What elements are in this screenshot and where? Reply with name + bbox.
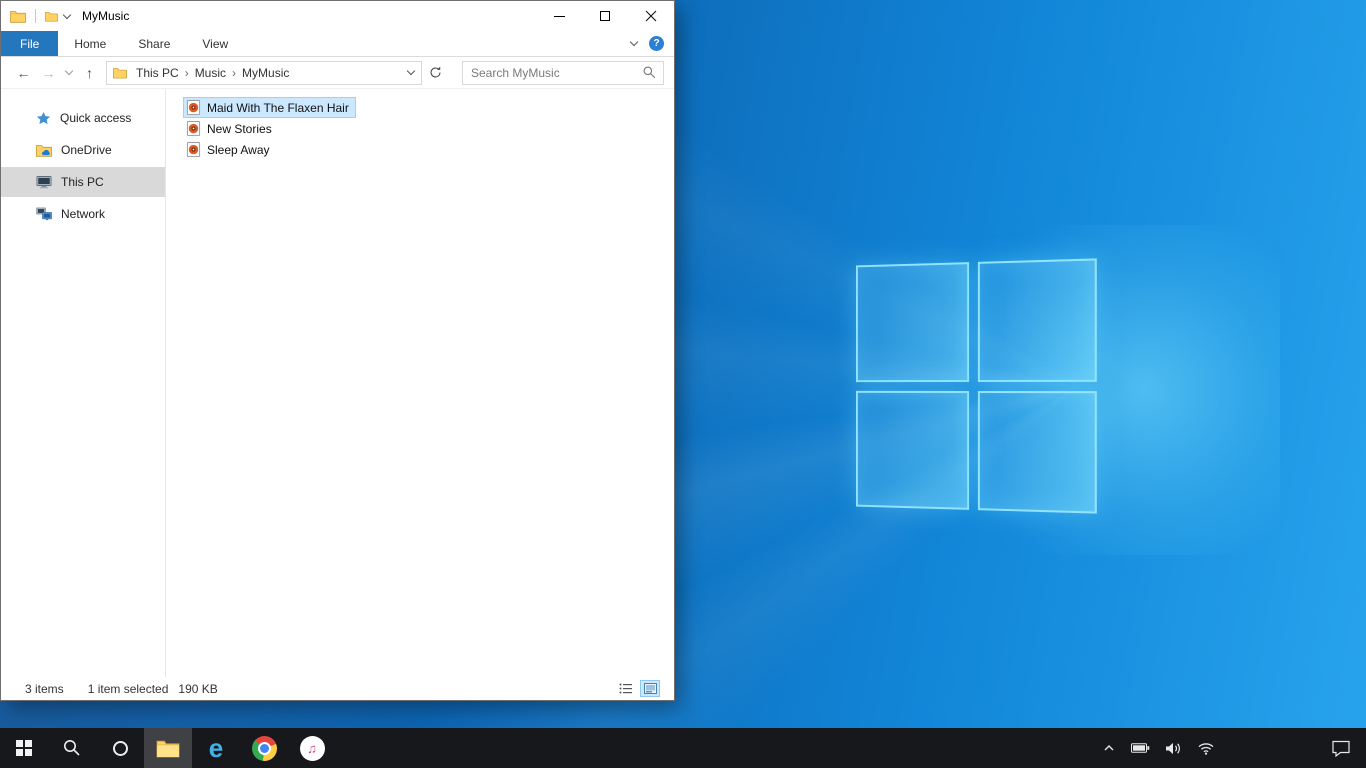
refresh-icon [430,66,440,78]
windows-start-icon [16,740,32,756]
details-view-icon [619,683,632,694]
music-note-icon: ♫ [307,740,317,756]
hidden-icons-chevron-icon[interactable] [1103,744,1115,752]
sidebar-item-label: Network [61,207,106,221]
status-selected-count: 1 item selected [87,681,169,696]
qat-folder-icon[interactable] [45,11,58,22]
system-tray [1103,742,1214,755]
cortana-icon [112,740,128,756]
breadcrumb-item-this-pc[interactable]: This PC [131,66,184,80]
sidebar-item-label: Quick access [60,111,132,125]
ribbon-tab-row: File Home Share View ? [1,31,674,57]
taskbar-internet-explorer-button[interactable]: e [192,728,240,768]
sidebar-item-network[interactable]: Network [1,199,165,229]
help-icon[interactable]: ? [649,36,664,51]
search-icon[interactable] [643,66,656,79]
breadcrumb-item-music[interactable]: Music [190,66,231,80]
maximize-button[interactable] [582,1,628,31]
back-button[interactable]: ← [11,65,36,81]
window-folder-icon [10,10,26,23]
file-explorer-icon [156,740,180,757]
window-title: MyMusic [82,9,130,23]
status-item-count: 3 items [25,681,64,696]
taskbar-file-explorer-button[interactable] [144,728,192,768]
media-file-icon [186,142,201,157]
qat-chevron-down-icon[interactable] [62,10,72,19]
address-dropdown-chevron-icon[interactable] [401,66,421,76]
sidebar-item-this-pc[interactable]: This PC [1,167,165,197]
maximize-icon [600,11,610,21]
cortana-button[interactable] [96,728,144,768]
media-file-icon [186,121,201,136]
address-folder-icon [113,67,127,78]
sidebar-item-quick-access[interactable]: Quick access [1,103,165,133]
itunes-icon: ♫ [299,735,325,761]
file-row[interactable]: New Stories [183,118,279,139]
sidebar-item-onedrive[interactable]: OneDrive [1,135,165,165]
view-toggles [616,680,660,697]
file-row[interactable]: Maid With The Flaxen Hair [183,97,356,118]
file-name: New Stories [207,121,272,136]
tab-view[interactable]: View [186,31,244,56]
address-bar[interactable]: This PC › Music › MyMusic [106,60,422,85]
navigation-bar: ← → ↑ This PC › Music › MyMusic [1,57,674,89]
tab-file[interactable]: File [1,31,59,56]
windows-logo-wallpaper [856,258,1097,514]
file-row[interactable]: Sleep Away [183,139,277,160]
status-selected-size: 190 KB [178,681,218,696]
file-list: Maid With The Flaxen Hair New Stories Sl… [166,89,674,677]
search-input[interactable] [471,65,643,80]
sidebar-item-label: This PC [61,175,104,189]
refresh-button[interactable] [422,66,448,79]
toolbar-divider [35,9,36,23]
start-button[interactable] [0,728,48,768]
chrome-icon [251,735,277,761]
internet-explorer-icon: e [208,733,224,763]
large-icons-view-button[interactable] [640,680,660,697]
ribbon-right-controls: ? [629,31,674,56]
file-name: Maid With The Flaxen Hair [207,100,349,115]
onedrive-icon [36,144,52,157]
file-name: Sleep Away [207,142,270,157]
quick-access-toolbar [1,9,72,23]
sidebar-item-label: OneDrive [61,143,112,157]
breadcrumb-item-mymusic[interactable]: MyMusic [237,66,294,80]
windows-logo-pane [856,262,969,382]
taskbar-chrome-button[interactable] [240,728,288,768]
this-pc-icon [36,176,52,189]
quick-access-star-icon [36,111,51,124]
battery-icon[interactable] [1131,743,1150,753]
taskbar: e ♫ [0,728,1366,768]
search-box [462,60,664,85]
windows-logo-pane [977,390,1097,514]
caption-buttons [536,1,674,31]
taskbar-itunes-button[interactable]: ♫ [288,728,336,768]
tab-home[interactable]: Home [58,31,122,56]
details-view-button[interactable] [616,680,636,697]
ribbon-expand-chevron-icon[interactable] [629,37,639,47]
taskbar-search-button[interactable] [48,728,96,768]
tab-share[interactable]: Share [122,31,186,56]
recent-locations-chevron-icon[interactable] [61,66,77,76]
windows-logo-pane [856,390,969,510]
close-button[interactable] [628,1,674,31]
close-icon [645,10,657,22]
file-explorer-window: MyMusic File Home Share View ? ← → ↑ Thi… [0,0,675,701]
title-bar: MyMusic [1,1,674,31]
windows-logo-pane [977,258,1097,382]
status-bar: 3 items 1 item selected 190 KB [1,677,674,700]
forward-button[interactable]: → [36,65,61,81]
minimize-icon [553,15,565,17]
navigation-pane: Quick access OneDrive This PC Network [1,89,166,677]
search-icon [64,740,80,756]
network-wifi-icon[interactable] [1198,742,1214,755]
explorer-main: Quick access OneDrive This PC Network Ma… [1,89,674,677]
action-center-icon[interactable] [1332,740,1350,757]
large-icons-view-icon [643,683,657,694]
media-file-icon [186,100,201,115]
up-button[interactable]: ↑ [77,65,102,81]
minimize-button[interactable] [536,1,582,31]
volume-icon[interactable] [1166,742,1182,755]
network-icon [36,207,52,220]
